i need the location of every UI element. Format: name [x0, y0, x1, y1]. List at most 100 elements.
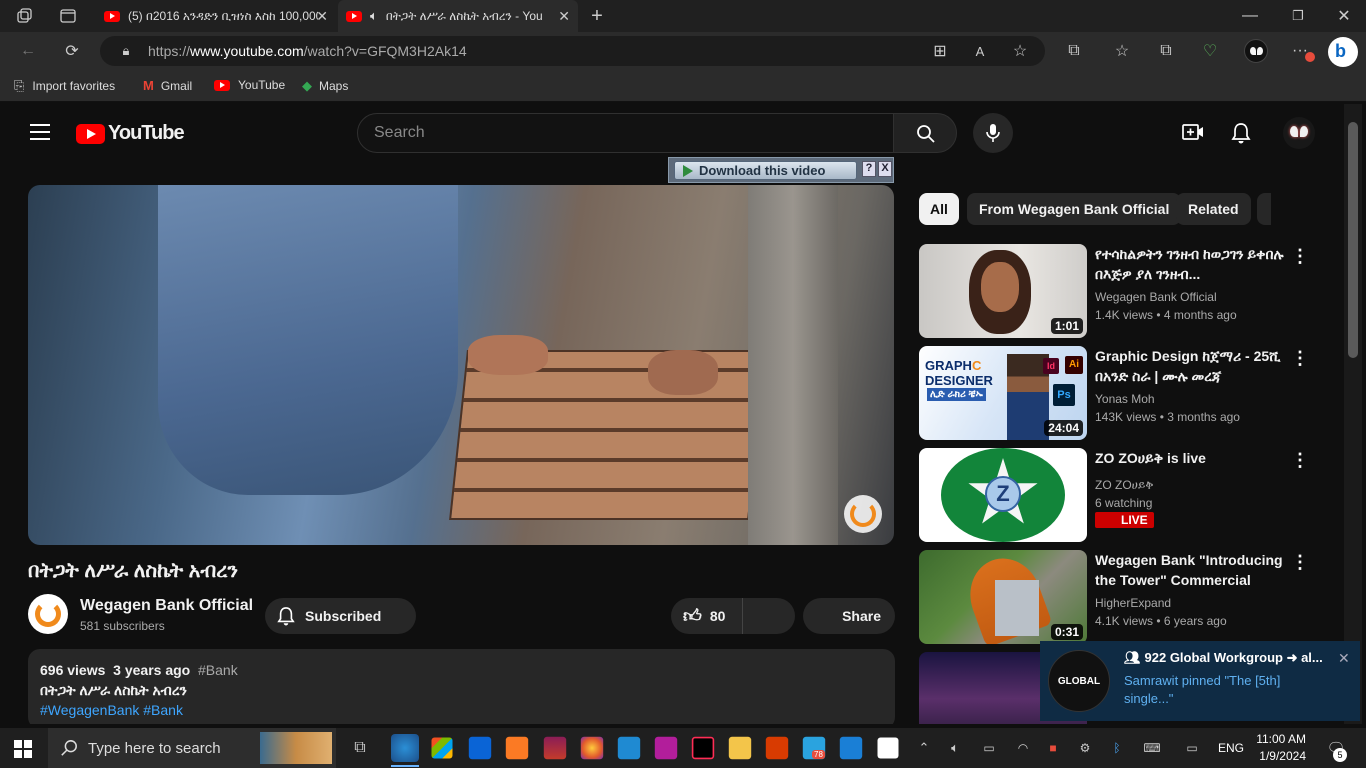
clock-date[interactable]: 1/9/2024 [1256, 749, 1306, 763]
taskbar-photos-icon[interactable] [877, 737, 899, 759]
voice-search-button[interactable] [973, 113, 1013, 153]
tab-actions-icon[interactable] [58, 7, 78, 25]
recommended-video[interactable]: 1:01 የተሳከልዎትን ገንዘብ ከወጋገን ይቀበሉ በእጅዎ ያለ ገን… [919, 244, 1339, 338]
profile-avatar[interactable] [1244, 39, 1268, 63]
bluetooth-icon[interactable]: ᛒ [1108, 738, 1126, 758]
scrollbar-thumb[interactable] [1348, 122, 1358, 358]
url-field[interactable]: 🔒︎ https://www.youtube.com/watch?v=GFQM3… [100, 36, 1045, 66]
more-options-icon[interactable]: ⋮ [1291, 246, 1309, 267]
bing-copilot-icon[interactable]: b [1328, 37, 1358, 67]
taskbar-file-explorer-icon[interactable] [728, 736, 752, 760]
description-hashtags[interactable]: #WegagenBank #Bank [40, 702, 183, 718]
task-view-icon[interactable]: ⧉ [350, 738, 370, 758]
recommended-video[interactable]: 0:31 Wegagen Bank "Introducing the Tower… [919, 550, 1339, 644]
new-tab-icon[interactable]: + [586, 5, 608, 27]
refresh-icon[interactable]: ⟳ [62, 41, 82, 61]
search-button[interactable] [893, 113, 957, 153]
menu-icon[interactable] [30, 124, 50, 140]
show-hidden-icons[interactable]: ⌃ [916, 738, 932, 758]
taskbar-xampp-icon[interactable] [505, 736, 529, 760]
search-input[interactable]: Search [357, 113, 894, 153]
download-video-button[interactable]: Download this video [674, 161, 857, 180]
download-help-button[interactable]: ? [862, 161, 876, 177]
taskbar-app-icon[interactable] [654, 736, 678, 760]
extensions-icon[interactable]: ⧉ [1064, 42, 1084, 60]
favorite-maps[interactable]: ◆ Maps [302, 78, 348, 94]
taskbar-winrar-icon[interactable] [543, 736, 567, 760]
keyboard-icon[interactable]: ⌨ [1140, 738, 1164, 758]
channel-name[interactable]: Wegagen Bank Official [80, 597, 253, 615]
back-icon[interactable]: ← [18, 41, 38, 61]
recommended-video[interactable]: GRAPHC DESIGNER ሊድ ራክሪ ቼኡ Id Ai Ps 24:04 … [919, 346, 1339, 440]
app-available-icon[interactable]: ⊞ [930, 42, 950, 60]
channel-avatar[interactable] [28, 594, 68, 634]
download-close-button[interactable]: X [878, 161, 892, 177]
close-tab-icon[interactable]: ✕ [558, 8, 570, 25]
taskbar-edge-icon[interactable] [391, 734, 419, 762]
taskbar-search-input[interactable]: Type here to search [48, 728, 336, 768]
more-options-icon[interactable]: ⋮ [1291, 552, 1309, 573]
workspaces-icon[interactable] [14, 7, 34, 25]
subscribed-button[interactable]: Subscribed [265, 598, 416, 634]
notification-close-icon[interactable]: ✕ [1338, 650, 1350, 667]
rec-channel[interactable]: Yonas Moh [1095, 392, 1155, 406]
more-options-icon[interactable]: ⋮ [1291, 348, 1309, 369]
dislike-button[interactable] [744, 598, 795, 634]
clock-time[interactable]: 11:00 AM [1256, 732, 1306, 746]
rec-channel[interactable]: ZO ZOሀይቅ [1095, 478, 1153, 493]
favorite-gmail[interactable]: M Gmail [143, 78, 192, 93]
taskbar-office-icon[interactable] [765, 736, 789, 760]
import-favorites[interactable]: ⎘ Import favorites [14, 78, 115, 94]
like-button[interactable]: 👍︎ 80 [671, 598, 743, 634]
hashtag[interactable]: #Bank [198, 662, 238, 678]
network-icon[interactable]: ◠ [1014, 738, 1032, 758]
rec-channel[interactable]: Wegagen Bank Official [1095, 290, 1217, 304]
taskbar-vscode-icon[interactable] [617, 736, 641, 760]
video-thumbnail[interactable]: GRAPHC DESIGNER ሊድ ራክሪ ቼኡ Id Ai Ps 24:04 [919, 346, 1087, 440]
channel-watermark-icon[interactable] [844, 495, 882, 533]
tab-2[interactable]: 🔈︎ በትጋት ለሥራ ለስኬት አብረን - You ✕ [338, 0, 578, 32]
rec-channel[interactable]: HigherExpand [1095, 596, 1171, 610]
create-video-icon[interactable] [1182, 123, 1204, 141]
rec-title[interactable]: የተሳከልዎትን ገንዘብ ከወጋገን ይቀበሉ በእጅዎ ያለ ገንዘብ... [1095, 244, 1295, 284]
tab-1[interactable]: (5) በ2016 አንዳድን ቢዝነስ እስከ 100,000 ✕ [96, 0, 336, 32]
restore-icon[interactable]: ❐ [1288, 6, 1308, 26]
rec-title[interactable]: Wegagen Bank "Introducing the Tower" Com… [1095, 550, 1295, 590]
share-button[interactable]: Share [803, 598, 895, 634]
chip-all[interactable]: All [919, 193, 959, 225]
chip-related[interactable]: Related [1176, 193, 1251, 225]
taskbar-tiktok-icon[interactable] [691, 736, 715, 760]
taskbar-firefox-icon[interactable] [580, 736, 604, 760]
video-thumbnail[interactable]: 0:31 [919, 550, 1087, 644]
tray-app-icon-2[interactable]: ⚙ [1076, 738, 1094, 758]
minimize-icon[interactable]: — [1240, 6, 1260, 26]
description-box[interactable]: 696 views 3 years ago #Bank በትጋት ለሥራ ለስኬ… [28, 649, 895, 724]
language-indicator[interactable]: ENG [1218, 741, 1244, 755]
rec-title[interactable]: Graphic Design ከጀማሪ - 25ሺ በአንድ ስራ | ሙሉ መ… [1095, 346, 1295, 386]
favorite-youtube[interactable]: YouTube [214, 78, 285, 92]
page-scrollbar[interactable] [1344, 104, 1362, 724]
taskbar-store-icon[interactable] [431, 737, 453, 759]
close-tab-icon[interactable]: ✕ [316, 8, 328, 25]
recommended-video[interactable]: Z ZO ZOሀይቅ is live ZO ZOሀይቅ 6 watching L… [919, 448, 1339, 542]
more-options-icon[interactable]: ⋮ [1291, 450, 1309, 471]
performance-icon[interactable]: ♡ [1200, 42, 1220, 60]
favorite-star-icon[interactable]: ☆ [1010, 42, 1030, 60]
notification-toast[interactable]: GLOBAL 👥︎ 922 Global Workgroup ➜ al... ✕ … [1040, 641, 1360, 721]
speaker-icon[interactable]: 🔈︎ [370, 8, 378, 24]
video-thumbnail[interactable]: Z [919, 448, 1087, 542]
youtube-logo[interactable]: YouTube [76, 122, 185, 145]
battery-icon[interactable]: ▭ [980, 738, 998, 758]
notifications-bell-icon[interactable] [1231, 122, 1251, 144]
chip-next-partial[interactable] [1257, 193, 1271, 225]
taskbar-mail-icon[interactable] [468, 736, 492, 760]
rec-title[interactable]: ZO ZOሀይቅ is live [1095, 448, 1295, 468]
chip-from-channel[interactable]: From Wegagen Bank Official [967, 193, 1182, 225]
close-window-icon[interactable]: ✕ [1334, 6, 1354, 26]
read-aloud-icon[interactable]: A [970, 42, 990, 60]
account-avatar[interactable] [1283, 117, 1315, 149]
volume-icon[interactable]: 🔈︎ [946, 738, 964, 758]
tray-app-icon[interactable]: ■ [1044, 738, 1062, 758]
video-thumbnail[interactable]: 1:01 [919, 244, 1087, 338]
windows-start-icon[interactable] [14, 740, 32, 758]
